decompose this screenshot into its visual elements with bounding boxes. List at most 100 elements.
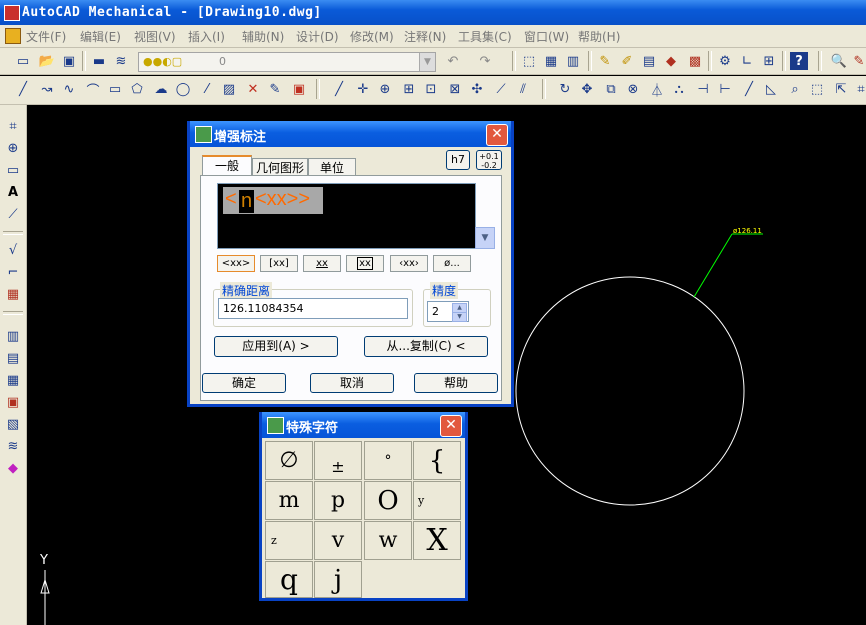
dimension-text[interactable]: ø126.11	[733, 227, 762, 235]
extend-icon[interactable]: ⊢	[716, 80, 734, 98]
menu-help[interactable]: 帮助(H)	[578, 28, 620, 45]
layer-manager-icon[interactable]: ≋	[112, 52, 130, 70]
menu-annotate[interactable]: 注释(N)	[404, 28, 446, 45]
dimension-leader[interactable]	[693, 233, 733, 298]
apply-to-button[interactable]: 应用到(A) >	[214, 336, 338, 357]
array-icon[interactable]: ⊠	[446, 80, 464, 98]
box-icon[interactable]: ▩	[686, 52, 704, 70]
rotate-icon[interactable]: ↻	[556, 80, 574, 98]
pencil-icon[interactable]: ✎	[596, 52, 614, 70]
explode-icon[interactable]: ⇱	[832, 80, 850, 98]
menu-insert[interactable]: 插入(I)	[188, 28, 225, 45]
measure-icon[interactable]: ✐	[618, 52, 636, 70]
angle-icon[interactable]: ∟	[738, 52, 756, 70]
cancel-button[interactable]: 取消	[310, 373, 394, 393]
ray-icon[interactable]: ↝	[38, 80, 56, 98]
menu-toolset[interactable]: 工具集(C)	[458, 28, 512, 45]
text-icon[interactable]: A	[4, 183, 22, 201]
menu-edit[interactable]: 编辑(E)	[80, 28, 121, 45]
part-icon[interactable]: ◆	[662, 52, 680, 70]
format-button-underline[interactable]: xx	[303, 255, 341, 272]
tab-general[interactable]: 一般	[202, 155, 252, 176]
menu-view[interactable]: 视图(V)	[134, 28, 176, 45]
tolerance-h7-button[interactable]: h7	[446, 150, 470, 170]
precision-stepper[interactable]: 2 ▲ ▼	[427, 301, 469, 322]
redo-icon[interactable]: ↷	[476, 52, 494, 70]
char-brace[interactable]: {	[413, 441, 461, 480]
tool-icon[interactable]: ⌐	[4, 263, 22, 281]
open-icon[interactable]: 📂	[38, 52, 56, 70]
circle-icon[interactable]: ◯	[174, 80, 192, 98]
char-x[interactable]: X	[413, 521, 461, 560]
measure-dist-icon[interactable]: ⌗	[852, 80, 866, 98]
rotate-view-icon[interactable]: ✣	[468, 80, 486, 98]
menu-assist[interactable]: 辅助(N)	[242, 28, 284, 45]
tool-icon[interactable]: ▤	[4, 349, 22, 367]
cloud-icon[interactable]: ☁	[152, 80, 170, 98]
polygon-icon[interactable]: ⬠	[128, 80, 146, 98]
tool-icon[interactable]: ⊕	[4, 139, 22, 157]
scale-icon[interactable]: ⊗	[624, 80, 642, 98]
tab-units[interactable]: 单位	[308, 158, 356, 176]
special-chars-title-bar[interactable]: 特殊字符 ✕	[262, 412, 465, 438]
object-snap-icon[interactable]: ⊡	[422, 80, 440, 98]
check-icon[interactable]: √	[4, 241, 22, 259]
stretch-icon[interactable]: ⛬	[670, 80, 688, 98]
center-mark-icon[interactable]: ✛	[354, 80, 372, 98]
weld-icon[interactable]: ⊞	[760, 52, 778, 70]
tolerance-stack-button[interactable]: +0.1 -0.2	[476, 150, 502, 170]
char-v[interactable]: v	[314, 521, 362, 560]
char-o[interactable]: O	[364, 481, 412, 520]
copy-from-button[interactable]: 从...复制(C) <	[364, 336, 488, 357]
tool-icon[interactable]: ▧	[4, 415, 22, 433]
spline-icon[interactable]: ∿	[60, 80, 78, 98]
char-p[interactable]: p	[314, 481, 362, 520]
dimension-icon[interactable]: ⬚	[520, 52, 538, 70]
char-plus-minus[interactable]: ±	[314, 441, 362, 480]
copy-icon[interactable]: ⧉	[602, 80, 620, 98]
mirror-icon[interactable]: ⏃	[648, 80, 666, 99]
tool-icon[interactable]: ▦	[4, 371, 22, 389]
menu-modify[interactable]: 修改(M)	[350, 28, 394, 45]
color-icon[interactable]: ◆	[4, 459, 22, 477]
trim-icon[interactable]: ✕	[244, 80, 262, 98]
chamfer-icon[interactable]: ╱	[740, 80, 758, 98]
fillet-icon[interactable]: ⟋	[492, 80, 510, 98]
help-icon[interactable]: ?	[790, 52, 808, 70]
circle-entity[interactable]	[515, 276, 745, 506]
construction-line-icon[interactable]: ⁄	[198, 80, 216, 98]
undo-icon[interactable]: ↶	[444, 52, 462, 70]
tool-icon[interactable]: ⟋	[4, 205, 22, 223]
char-z[interactable]: z	[265, 521, 313, 560]
eraser-icon[interactable]: ✎	[266, 80, 284, 98]
menu-window[interactable]: 窗口(W)	[524, 28, 569, 45]
autocad-app-icon[interactable]	[4, 5, 20, 21]
ok-button[interactable]: 确定	[202, 373, 286, 393]
close-icon[interactable]: ✕	[486, 124, 508, 146]
chevron-down-icon[interactable]: ▼	[419, 53, 435, 71]
dimension-text-editor[interactable]: < n <xx>>	[217, 183, 476, 249]
menu-design[interactable]: 设计(D)	[296, 28, 339, 45]
offset-icon[interactable]: ⫽	[514, 80, 532, 98]
format-button-box[interactable]: xx	[346, 255, 384, 272]
zoom-window-icon[interactable]: ⌕	[786, 80, 804, 98]
tool-icon[interactable]: ▭	[4, 161, 22, 179]
tool-icon[interactable]: ▣	[4, 393, 22, 411]
format-button-diameter[interactable]: ø...	[433, 255, 471, 272]
block-icon[interactable]: ▣	[290, 80, 308, 98]
dialog-title-bar[interactable]: 增强标注 ✕	[190, 121, 511, 147]
tool-icon[interactable]: ⌗	[4, 117, 22, 135]
move-icon[interactable]: ✥	[578, 80, 596, 98]
spin-down-icon[interactable]: ▼	[452, 312, 467, 322]
format-button-square[interactable]: [xx]	[260, 255, 298, 272]
char-y[interactable]: y	[413, 481, 461, 520]
zoom-icon[interactable]: 🔍	[830, 52, 848, 70]
lengthen-icon[interactable]: ◺	[762, 80, 780, 98]
help-button[interactable]: 帮助	[414, 373, 498, 393]
char-m[interactable]: m	[265, 481, 313, 520]
spring-icon[interactable]: ⚙	[716, 52, 734, 70]
close-icon[interactable]: ✕	[440, 415, 462, 437]
hatch-icon[interactable]: ▨	[220, 80, 238, 98]
chevron-down-icon[interactable]: ▼	[475, 227, 495, 249]
char-j[interactable]: j	[314, 561, 362, 598]
